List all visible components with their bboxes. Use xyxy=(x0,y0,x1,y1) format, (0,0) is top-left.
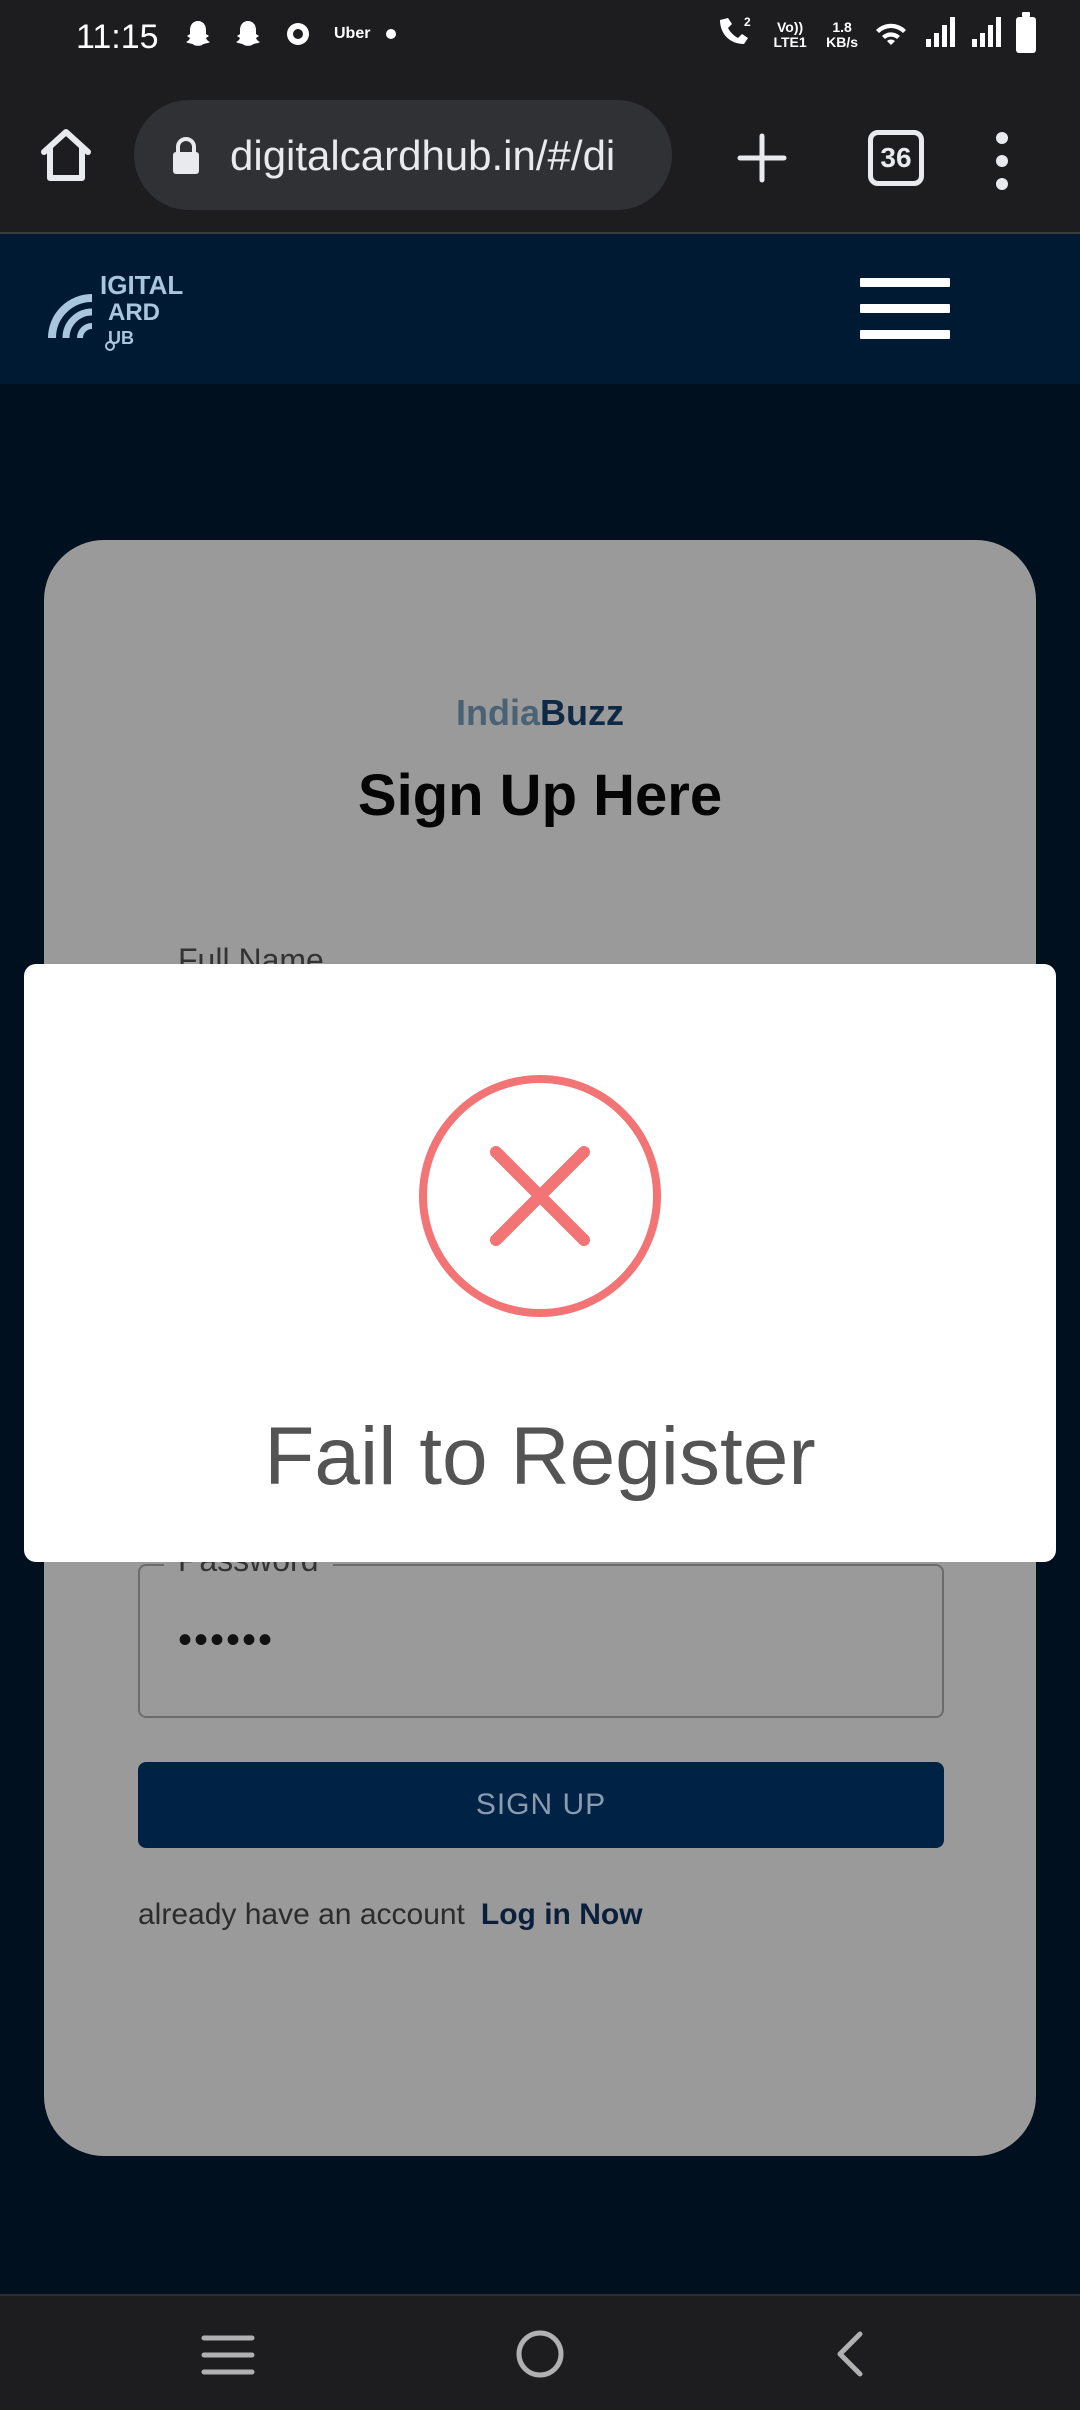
recent-apps-icon[interactable] xyxy=(200,2332,256,2378)
svg-text:2: 2 xyxy=(744,15,751,29)
lock-icon[interactable] xyxy=(170,136,202,176)
more-menu-icon[interactable] xyxy=(990,128,1014,194)
brand-logo: IndiaBuzz xyxy=(44,692,1036,734)
app-notification-icon xyxy=(280,16,316,52)
home-icon[interactable] xyxy=(36,120,96,190)
back-icon[interactable] xyxy=(832,2328,868,2380)
uber-icon: Uber xyxy=(334,25,371,42)
tabs-icon[interactable]: 36 xyxy=(868,130,924,186)
signal-icon xyxy=(970,15,1002,54)
wifi-icon xyxy=(872,15,910,54)
home-circle-icon[interactable] xyxy=(514,2328,566,2380)
battery-icon xyxy=(1016,11,1036,53)
brand-part-india: India xyxy=(455,692,540,733)
error-dialog: Fail to Register xyxy=(24,964,1056,1562)
page-title: Sign Up Here xyxy=(357,763,723,828)
account-prompt-text: already have an account xyxy=(138,1898,465,1931)
system-nav-bar xyxy=(0,2294,1080,2410)
network-speed-value: 1.8 xyxy=(832,18,852,35)
network-speed-unit: KB/s xyxy=(826,33,858,50)
login-link[interactable]: Log in Now xyxy=(481,1898,643,1931)
network-speed: 1.8 KB/s xyxy=(826,18,858,50)
login-prompt: already have an account Log in Now xyxy=(138,1898,643,1932)
error-x-icon xyxy=(418,1074,662,1318)
system-status-icons: 2 Vo)) LTE1 1.8 KB/s xyxy=(714,11,1036,55)
brand-part-buzz: Buzz xyxy=(540,692,624,733)
new-tab-icon[interactable] xyxy=(734,130,790,186)
password-value[interactable]: •••••• xyxy=(178,1618,274,1663)
notification-icons: Uber xyxy=(180,16,397,52)
browser-toolbar: digitalcardhub.in/#/di 36 xyxy=(0,78,1080,234)
svg-text:UB: UB xyxy=(108,328,134,348)
wifi-calling-icon: 2 xyxy=(714,14,754,55)
hamburger-line xyxy=(860,278,950,287)
hamburger-menu-icon[interactable] xyxy=(860,278,950,340)
error-title: Fail to Register xyxy=(264,1411,816,1502)
address-bar[interactable]: digitalcardhub.in/#/di xyxy=(134,100,672,210)
svg-text:ARD: ARD xyxy=(108,299,160,326)
svg-text:IGITAL: IGITAL xyxy=(100,270,183,300)
signup-button[interactable]: SIGN UP xyxy=(138,1762,944,1848)
status-time: 11:15 xyxy=(76,18,159,56)
signal-icon xyxy=(924,15,956,54)
hamburger-line xyxy=(860,330,950,339)
snapchat-icon xyxy=(230,16,266,52)
volte-icon: Vo)) LTE1 xyxy=(773,18,807,50)
password-field[interactable]: Password •••••• xyxy=(138,1542,944,1718)
site-logo[interactable]: IGITAL ARD UB xyxy=(44,258,194,358)
hamburger-line xyxy=(860,304,950,313)
snapchat-icon xyxy=(180,16,216,52)
status-bar: 11:15 Uber 2 Vo)) LTE1 1.8 KB/s xyxy=(0,0,1080,78)
url-text[interactable]: digitalcardhub.in/#/di xyxy=(230,132,654,180)
dot-icon xyxy=(386,29,397,39)
